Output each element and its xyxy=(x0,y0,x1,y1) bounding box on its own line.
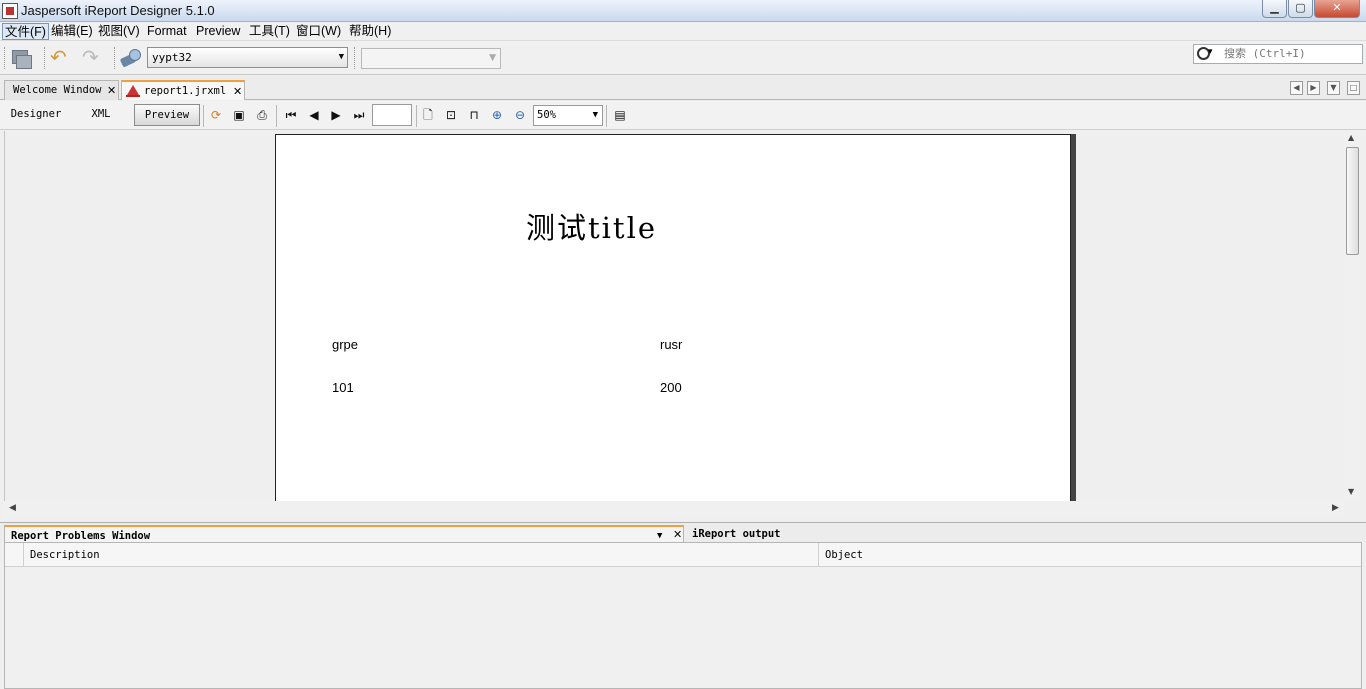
tab-scroll-left-icon[interactable]: ◀ xyxy=(1290,81,1303,95)
tab-welcome-window[interactable]: Welcome Window ✕ xyxy=(4,80,119,100)
zoom-value: 50% xyxy=(537,109,556,121)
separator xyxy=(416,105,417,127)
last-page-icon[interactable]: ⏭ xyxy=(350,107,368,124)
scrollbar-thumb[interactable] xyxy=(1346,147,1359,255)
app-icon xyxy=(2,3,18,19)
next-page-icon[interactable]: ▶ xyxy=(327,107,345,124)
search-icon[interactable] xyxy=(1197,47,1215,61)
detail-cell: 200 xyxy=(660,380,682,395)
close-icon[interactable]: ✕ xyxy=(233,82,242,101)
report-preview-area: 测试title grpe rusr 101 200 xyxy=(4,131,1362,501)
xml-button[interactable]: XML xyxy=(84,104,118,126)
menu-format[interactable]: Format xyxy=(145,23,189,40)
scroll-up-icon[interactable]: ▲ xyxy=(1348,133,1354,142)
tab-scroll-right-icon[interactable]: ▶ xyxy=(1307,81,1320,95)
scroll-down-icon[interactable]: ▼ xyxy=(1348,487,1354,496)
menu-bar: 文件(F) 编辑(E) 视图(V) Format Preview 工具(T) 窗… xyxy=(0,22,1366,41)
chevron-down-icon: ▼ xyxy=(338,52,344,62)
column-header: grpe xyxy=(332,337,359,352)
vertical-scrollbar[interactable]: ▲ ▼ xyxy=(1344,131,1361,501)
menu-file[interactable]: 文件(F) xyxy=(2,23,49,40)
report-datasources-icon[interactable] xyxy=(120,48,142,68)
document-tab-row: Welcome Window ✕ report1.jrxml ✕ xyxy=(0,76,1366,100)
minimize-button[interactable]: ▁ xyxy=(1262,0,1287,18)
separator xyxy=(203,105,204,127)
preview-button[interactable]: Preview xyxy=(134,104,200,126)
detail-cell: 101 xyxy=(332,380,354,395)
scroll-left-icon[interactable]: ◀ xyxy=(9,503,16,513)
tab-label: report1.jrxml xyxy=(144,85,227,97)
column-header-description[interactable]: Description xyxy=(23,543,818,567)
actual-size-icon[interactable]: 🗋 xyxy=(419,107,437,124)
zoom-out-icon[interactable]: ⊖ xyxy=(511,107,529,124)
window-title: Jaspersoft iReport Designer 5.1.0 xyxy=(21,3,215,18)
search-input[interactable]: 搜索 (Ctrl+I) xyxy=(1193,44,1363,64)
redo-icon[interactable]: ↷ xyxy=(82,47,104,68)
menu-tools[interactable]: 工具(T) xyxy=(247,23,292,40)
separator xyxy=(606,105,607,127)
previous-page-icon[interactable]: ◀ xyxy=(305,107,323,124)
table-header: Description Object xyxy=(5,543,1361,567)
menu-view[interactable]: 视图(V) xyxy=(96,23,142,40)
tab-report-file[interactable]: report1.jrxml ✕ xyxy=(121,80,245,100)
chevron-down-icon: ▼ xyxy=(489,53,496,63)
tab-list-icon[interactable]: ▼ xyxy=(1327,81,1340,95)
horizontal-scrollbar[interactable]: ◀ ▶ xyxy=(4,501,1344,517)
zoom-in-icon[interactable]: ⊕ xyxy=(488,107,506,124)
zoom-select[interactable]: 50% ▼ xyxy=(533,105,603,126)
chevron-down-icon: ▼ xyxy=(592,110,598,120)
first-page-icon[interactable]: ⏮ xyxy=(282,107,300,124)
save-all-icon[interactable] xyxy=(10,48,32,69)
datasource-select[interactable]: yypt32 ▼ xyxy=(147,47,348,68)
toolbar-grip xyxy=(4,47,6,69)
save-icon[interactable]: ▣ xyxy=(230,107,248,124)
tab-label: Report Problems Window xyxy=(11,530,151,542)
tab-report-problems[interactable]: Report Problems Window ▼ ✕ xyxy=(4,525,684,543)
editor-view-toolbar: Designer XML Preview ⟳ ▣ ⎙ ⏮ ◀ ▶ ⏭ 🗋 ⊡ ⊓… xyxy=(0,101,1366,130)
datasource-value: yypt32 xyxy=(152,51,192,64)
menu-window[interactable]: 窗口(W) xyxy=(294,23,343,40)
menu-preview[interactable]: Preview xyxy=(194,23,242,40)
column-header: rusr xyxy=(660,337,683,352)
toolbar-grip xyxy=(114,47,116,69)
report-file-icon xyxy=(126,84,140,97)
scroll-right-icon[interactable]: ▶ xyxy=(1332,503,1339,513)
column-header-object[interactable]: Object xyxy=(818,543,1361,567)
separator xyxy=(276,105,277,127)
tab-label: Welcome Window xyxy=(13,84,102,96)
fit-page-icon[interactable]: ⊡ xyxy=(442,107,460,124)
maximize-button[interactable]: ▢ xyxy=(1288,0,1313,18)
close-button[interactable]: ✕ xyxy=(1314,0,1360,18)
problems-table: Description Object xyxy=(4,542,1362,689)
export-icon[interactable]: ▤ xyxy=(611,107,629,124)
toolbar-grip xyxy=(44,47,46,69)
undo-icon[interactable]: ↶ xyxy=(50,47,72,68)
reload-icon[interactable]: ⟳ xyxy=(207,107,225,124)
maximize-editor-icon[interactable]: □ xyxy=(1347,81,1360,95)
menu-help[interactable]: 帮助(H) xyxy=(347,23,393,40)
bottom-panel-tabs: Report Problems Window ▼ ✕ iReport outpu… xyxy=(0,522,1366,543)
fit-width-icon[interactable]: ⊓ xyxy=(465,107,483,124)
title-bar: Jaspersoft iReport Designer 5.1.0 ▁ ▢ ✕ xyxy=(0,0,1366,22)
page-number-input[interactable] xyxy=(372,104,412,126)
close-icon[interactable]: ✕ xyxy=(107,81,116,100)
menu-edit[interactable]: 编辑(E) xyxy=(49,23,95,40)
report-page: 测试title grpe rusr 101 200 xyxy=(275,134,1071,501)
secondary-select[interactable]: ▼ xyxy=(361,48,501,69)
report-title: 测试title xyxy=(526,211,658,245)
designer-button[interactable]: Designer xyxy=(6,104,66,126)
print-icon[interactable]: ⎙ xyxy=(253,107,271,124)
toolbar-grip xyxy=(354,47,356,69)
tab-ireport-output[interactable]: iReport output xyxy=(686,525,886,543)
